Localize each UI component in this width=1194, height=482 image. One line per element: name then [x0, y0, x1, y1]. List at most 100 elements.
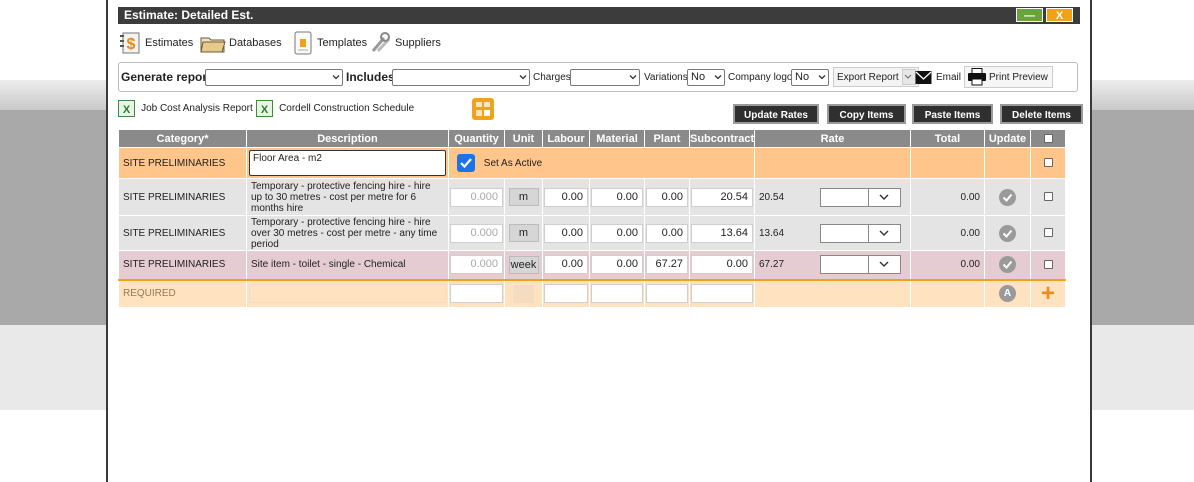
delete-items-button[interactable]: Delete Items: [1000, 104, 1083, 124]
select-all-checkbox[interactable]: [1043, 134, 1053, 144]
required-label: REQUIRED: [118, 279, 247, 308]
labour-input[interactable]: 0.00: [544, 223, 588, 243]
subcontract-input[interactable]: 20.54: [691, 187, 753, 207]
subcontract-input[interactable]: 0.00: [691, 255, 753, 275]
description-textarea[interactable]: Floor Area - m2: [249, 150, 446, 176]
col-description[interactable]: Description: [246, 129, 449, 148]
close-button[interactable]: X: [1046, 8, 1073, 22]
col-subcontract[interactable]: Subcontract: [689, 129, 755, 148]
company-logo-select[interactable]: No: [791, 68, 829, 86]
checkmark-icon: [460, 158, 472, 169]
export-report-label: Export Report: [837, 71, 899, 83]
unit-field[interactable]: week: [508, 255, 539, 274]
cordell-schedule-link[interactable]: X Cordell Construction Schedule: [256, 100, 414, 122]
email-button[interactable]: Email: [915, 63, 961, 91]
update-rates-button[interactable]: Update Rates: [733, 104, 819, 124]
job-cost-report-link[interactable]: X Job Cost Analysis Report: [118, 100, 253, 122]
new-unit-field[interactable]: [513, 284, 534, 303]
row-description[interactable]: Site item - toilet - single - Chemical: [246, 250, 449, 280]
material-input[interactable]: 0.00: [591, 255, 643, 275]
variations-select[interactable]: No: [687, 68, 725, 86]
estimates-dollar-icon: $: [120, 31, 142, 55]
charges-label: Charges: [533, 71, 571, 83]
svg-text:X: X: [261, 104, 269, 116]
add-item-plus-icon[interactable]: +: [1041, 280, 1055, 307]
plant-input[interactable]: 0.00: [646, 223, 688, 243]
print-preview-button[interactable]: Print Preview: [964, 63, 1053, 91]
plant-input[interactable]: 0.00: [646, 187, 688, 207]
export-report-button[interactable]: Export Report: [833, 67, 919, 87]
calculator-icon[interactable]: [472, 98, 494, 120]
unit-field[interactable]: m: [508, 224, 539, 242]
quantity-input[interactable]: 0.000: [450, 255, 503, 275]
col-unit[interactable]: Unit: [504, 129, 543, 148]
unit-field[interactable]: m: [508, 188, 539, 206]
new-material-input[interactable]: [591, 284, 643, 304]
col-category[interactable]: Category*: [118, 129, 247, 148]
col-total[interactable]: Total: [910, 129, 985, 148]
col-update[interactable]: Update: [984, 129, 1031, 148]
update-check-icon[interactable]: [999, 256, 1016, 274]
minimize-button[interactable]: —: [1016, 8, 1043, 22]
row-description[interactable]: Temporary - protective fencing hire - hi…: [246, 215, 449, 251]
col-material[interactable]: Material: [589, 129, 645, 148]
active-row: SITE PRELIMINARIES Floor Area - m2 Set A…: [118, 147, 1066, 179]
generate-report-select[interactable]: [205, 68, 343, 86]
quantity-input[interactable]: 0.000: [450, 187, 503, 207]
template-document-icon: [292, 31, 314, 55]
suppliers-tab[interactable]: Suppliers: [370, 30, 441, 56]
auto-badge-icon[interactable]: A: [999, 285, 1016, 303]
material-input[interactable]: 0.00: [591, 187, 643, 207]
paste-items-button[interactable]: Paste Items: [912, 104, 993, 124]
new-plant-input[interactable]: [646, 284, 688, 304]
col-labour[interactable]: Labour: [542, 129, 590, 148]
col-rate[interactable]: Rate: [754, 129, 911, 148]
includes-select[interactable]: [392, 68, 530, 86]
svg-text:$: $: [127, 36, 136, 53]
row-select-checkbox[interactable]: [1043, 228, 1053, 238]
svg-text:X: X: [123, 104, 131, 116]
templates-tab[interactable]: Templates: [292, 30, 367, 56]
plant-input[interactable]: 67.27: [646, 255, 688, 275]
new-subcontract-input[interactable]: [691, 284, 753, 304]
set-active-checkbox[interactable]: [457, 154, 475, 172]
row-select-checkbox[interactable]: [1043, 158, 1053, 168]
row-select-checkbox[interactable]: [1043, 192, 1053, 202]
col-quantity[interactable]: Quantity: [448, 129, 505, 148]
update-check-icon[interactable]: [999, 224, 1016, 242]
rate-select[interactable]: [819, 187, 901, 207]
new-description-input[interactable]: [249, 284, 446, 304]
company-logo-label: Company logo: [728, 71, 793, 83]
labour-input[interactable]: 0.00: [544, 255, 588, 275]
variations-label: Variations: [644, 71, 688, 83]
required-row: REQUIRED A +: [118, 279, 1066, 308]
job-cost-report-label: Job Cost Analysis Report: [141, 103, 253, 114]
col-plant[interactable]: Plant: [644, 129, 690, 148]
rate-select[interactable]: [819, 223, 901, 243]
print-preview-label: Print Preview: [989, 71, 1048, 83]
row-category: SITE PRELIMINARIES: [118, 215, 247, 251]
new-labour-input[interactable]: [544, 284, 588, 304]
rate-select[interactable]: [819, 255, 901, 275]
window-titlebar: Estimate: Detailed Est. — X: [118, 7, 1080, 24]
company-logo-value: No: [795, 70, 810, 83]
update-check-icon[interactable]: [999, 188, 1016, 206]
databases-tab[interactable]: Databases: [200, 30, 282, 56]
labour-input[interactable]: 0.00: [544, 187, 588, 207]
new-quantity-input[interactable]: [450, 284, 503, 304]
suppliers-label: Suppliers: [395, 37, 441, 49]
estimates-tab[interactable]: $ Estimates: [120, 30, 193, 56]
material-input[interactable]: 0.00: [591, 223, 643, 243]
table-row: SITE PRELIMINARIES Site item - toilet - …: [118, 250, 1066, 280]
subcontract-input[interactable]: 13.64: [691, 223, 753, 243]
row-rate: 20.54: [759, 191, 785, 203]
row-select-checkbox[interactable]: [1043, 260, 1053, 270]
charges-select[interactable]: [570, 68, 640, 86]
quantity-input[interactable]: 0.000: [450, 223, 503, 243]
chevron-down-icon: [818, 74, 826, 79]
copy-items-button[interactable]: Copy Items: [827, 104, 906, 124]
row-description[interactable]: Temporary - protective fencing hire - hi…: [246, 178, 449, 216]
variations-value: No: [691, 70, 706, 83]
chevron-down-icon: [519, 74, 527, 79]
excel-icon: X: [256, 100, 273, 117]
